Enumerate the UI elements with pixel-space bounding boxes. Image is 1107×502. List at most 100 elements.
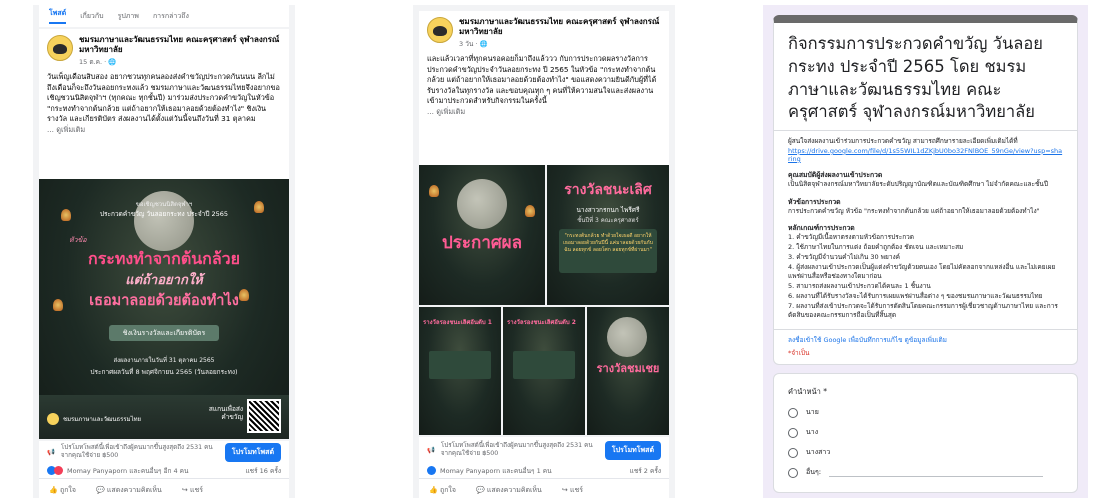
other-text-input[interactable]: [829, 469, 1043, 477]
page-name[interactable]: ชมรมภาษาและวัฒนธรรมไทย คณะครุศาสตร์ จุฬา…: [459, 17, 661, 37]
quote-box: [513, 351, 575, 379]
promote-post-button[interactable]: โปรโมทโพสต์: [604, 440, 661, 460]
question-card-title: คำนำหน้า * นาย นาง นางสาว อื่นๆ:: [773, 373, 1078, 493]
more-options-icon[interactable]: ···: [268, 33, 281, 44]
reactions-text[interactable]: Momay Panyaporn และคนอื่นๆ อีก 4 คน: [67, 466, 188, 476]
promote-post-button[interactable]: โปรโมทโพสต์: [224, 442, 281, 462]
tile-second2-title: รางวัลรองชนะเลิศอันดับ 2: [507, 319, 576, 326]
tile-winner-quote: "กระทงต้นกล้วย ทำด้วยใจเธอดี อยากให้เธอม…: [559, 229, 657, 273]
love-reaction-icon: [54, 466, 63, 475]
tile-second1-title: รางวัลรองชนะเลิศอันดับ 1: [423, 319, 492, 326]
shares-count[interactable]: แชร์ 2 ครั้ง: [630, 466, 661, 476]
post-time[interactable]: 3 วัน · 🌐: [459, 39, 661, 49]
rule-item: 4. ผู้ส่งผลงานเข้าประกวดเป็นผู้แต่งคำขวั…: [788, 262, 1056, 281]
share-button[interactable]: ↪ แชร์: [562, 485, 583, 494]
required-note: *จำเป็น: [788, 348, 810, 357]
tab-mentions[interactable]: การกล่าวถึง: [153, 11, 189, 22]
page-tabs: โพสต์ เกี่ยวกับ รูปภาพ การกล่าวถึง: [39, 5, 289, 27]
tile-winner-name: นางสาวกรกนก ไพรีศรี: [576, 206, 640, 214]
like-label: ถูกใจ: [439, 486, 456, 494]
page-avatar[interactable]: [427, 17, 453, 43]
share-button[interactable]: ↪ แชร์: [182, 485, 203, 494]
divider: [774, 130, 1077, 132]
rules-heading: หลักเกณฑ์การประกวด: [788, 224, 855, 233]
post-card: ชมรมภาษาและวัฒนธรรมไทย คณะครุศาสตร์ จุฬา…: [39, 29, 289, 179]
photo-tile-second-2[interactable]: รางวัลรองชนะเลิศอันดับ 2: [503, 307, 585, 435]
option-row[interactable]: นาง: [788, 427, 1063, 438]
page-name[interactable]: ชมรมภาษาและวัฒนธรรมไทย คณะครุศาสตร์ จุฬา…: [79, 35, 281, 55]
quote-box: [429, 351, 491, 379]
promote-bar: 📢 โปรโมทโพสต์นี้เพื่อเข้าถึงผู้คนมากขึ้น…: [419, 437, 669, 463]
like-button[interactable]: 👍 ถูกใจ: [49, 485, 76, 494]
photo-tile-honor[interactable]: รางวัลชมเชย: [587, 307, 669, 435]
poster-invite-1: ขอเชิญชวนนิสิตจุฬาฯ: [135, 201, 193, 208]
tab-posts[interactable]: โพสต์: [49, 8, 67, 24]
rule-item: 7. ผลงานที่ส่งเข้าประกวดจะได้รับการตัดสิ…: [788, 301, 1058, 320]
moon-graphic: [457, 179, 507, 229]
radio-button[interactable]: [788, 447, 798, 458]
contest-poster-image[interactable]: ขอเชิญชวนนิสิตจุฬาฯ ประกวดคำขวัญ วันลอยก…: [39, 179, 289, 439]
option-row[interactable]: อื่นๆ:: [788, 467, 1063, 478]
radio-button[interactable]: [788, 467, 798, 478]
comment-button[interactable]: 💬 แสดงความคิดเห็น: [96, 485, 162, 494]
form-header-card: กิจกรรมการประกวดคำขวัญ วันลอยกระทง ประจำ…: [773, 15, 1078, 365]
option-row[interactable]: นางสาว: [788, 447, 1063, 458]
club-logo-icon: [555, 290, 564, 299]
post-time[interactable]: 15 ต.ค. · 🌐: [79, 57, 281, 67]
like-button[interactable]: 👍 ถูกใจ: [429, 485, 456, 494]
qualification-text: เป็นนิสิตจุฬาลงกรณ์มหาวิทยาลัยระดับปริญญ…: [788, 179, 1048, 188]
tile-winner-year: ชั้นปีที่ 3 คณะครุศาสตร์: [577, 217, 639, 224]
reactions-text[interactable]: Momay Panyaporn และคนอื่นๆ 1 คน: [440, 466, 552, 476]
qr-code-icon[interactable]: [247, 399, 281, 433]
promote-text: โปรโมทโพสต์นี้เพื่อเข้าถึงผู้คนมากขึ้นสู…: [60, 444, 213, 459]
promote-text: โปรโมทโพสต์นี้เพื่อเข้าถึงผู้คนมากขึ้นสู…: [440, 442, 593, 457]
facebook-post-panel-2: ชมรมภาษาและวัฒนธรรมไทย คณะครุศาสตร์ จุฬา…: [413, 5, 675, 498]
see-more-link[interactable]: ... ดูเพิ่มเติม: [427, 107, 661, 118]
option-label: นาง: [806, 428, 819, 436]
poster-club-name: ชมรมภาษาและวัฒนธรรมไทย: [63, 416, 142, 423]
rule-item: 1. คำขวัญมีเนื้อหาตรงตามหัวข้อการประกวด: [788, 233, 915, 242]
tile-winner-title: รางวัลชนะเลิศ: [564, 182, 652, 198]
reactions-bar: Momay Panyaporn และคนอื่นๆ 1 คน แชร์ 2 ค…: [419, 463, 669, 479]
post-body: วันเพ็ญเดือนสิบสอง อยากชวนทุกคนลองส่งคำข…: [39, 69, 289, 138]
radio-button[interactable]: [788, 407, 798, 418]
signin-link[interactable]: ลงชื่อเข้าใช้ Google เพื่อบันทึกการแก้ไข…: [788, 336, 1063, 346]
tile-announce-text: ประกาศผล: [441, 233, 523, 253]
like-reaction-icon: [427, 466, 436, 475]
form-intro: ผู้สนใจส่งผลงานเข้าร่วมการประกวดคำขวัญ ส…: [788, 137, 1018, 146]
tab-about[interactable]: เกี่ยวกับ: [80, 11, 103, 22]
option-row[interactable]: นาย: [788, 407, 1063, 418]
page-avatar[interactable]: [47, 35, 73, 61]
photo-tile-second-1[interactable]: รางวัลรองชนะเลิศอันดับ 1: [419, 307, 501, 435]
poster-headline-3: เธอมาลอยด้วยต้องทำไง: [89, 293, 239, 309]
post-text: วันเพ็ญเดือนสิบสอง อยากชวนทุกคนลองส่งคำข…: [47, 72, 280, 124]
radio-button[interactable]: [788, 427, 798, 438]
promote-megaphone-icon: 📢: [427, 447, 435, 454]
more-options-icon[interactable]: ···: [648, 15, 661, 26]
see-more-link[interactable]: ... ดูเพิ่มเติม: [47, 125, 281, 136]
promote-bar: 📢 โปรโมทโพสต์นี้เพื่อเข้าถึงผู้คนมากขึ้น…: [39, 441, 289, 463]
form-details-link[interactable]: https://drive.google.com/file/d/1s55WIL1…: [788, 147, 1063, 163]
comment-button[interactable]: 💬 แสดงความคิดเห็น: [476, 485, 542, 494]
poster-invite-2: ประกวดคำขวัญ วันลอยกระทง ประจำปี 2565: [99, 210, 229, 218]
photo-tile-announce[interactable]: ประกาศผล: [419, 165, 545, 305]
post-text: และแล้วเวลาที่ทุกคนรอคอยก็มาถึงแล้ววว กั…: [427, 54, 657, 106]
topic-heading: หัวข้อการประกวด: [788, 197, 841, 206]
qualification-heading: คุณสมบัติผู้ส่งผลงานเข้าประกวด: [788, 170, 883, 179]
post-card: ชมรมภาษาและวัฒนธรรมไทย คณะครุศาสตร์ จุฬา…: [419, 11, 669, 165]
poster-deadline: ส่งผลงานภายในวันที่ 31 ตุลาคม 2565: [113, 357, 215, 364]
rule-item: 6. ผลงานที่ได้รับรางวัลจะได้รับการเผยแพร…: [788, 291, 1043, 300]
rule-item: 3. คำขวัญมีจำนวนคำไม่เกิน 30 พยางค์: [788, 252, 900, 261]
lantern-graphic: [525, 205, 535, 217]
shares-count[interactable]: แชร์ 16 ครั้ง: [245, 466, 281, 476]
tile-honor-title: รางวัลชมเชย: [596, 362, 660, 375]
tab-photos[interactable]: รูปภาพ: [118, 11, 139, 22]
option-label: อื่นๆ:: [806, 468, 822, 476]
share-label: แชร์: [189, 486, 203, 494]
poster-footer: ชมรมภาษาและวัฒนธรรมไทย สแกนเพื่อส่งคำขวั…: [39, 395, 289, 439]
promote-megaphone-icon: 📢: [47, 449, 55, 456]
photo-tile-winner[interactable]: รางวัลชนะเลิศ นางสาวกรกนก ไพรีศรี ชั้นปี…: [547, 165, 669, 305]
lantern-graphic: [429, 185, 439, 197]
form-title: กิจกรรมการประกวดคำขวัญ วันลอยกระทง ประจำ…: [788, 34, 1043, 122]
comment-label: แสดงความคิดเห็น: [486, 486, 542, 494]
